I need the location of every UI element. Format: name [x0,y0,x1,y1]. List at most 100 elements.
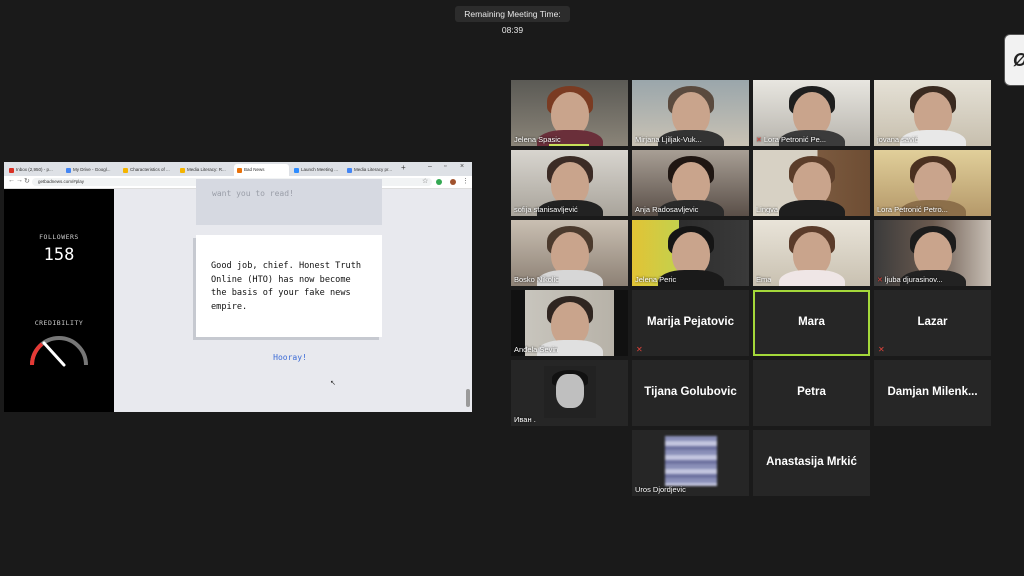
participant-tile[interactable]: Uros Djordjevic [632,430,749,496]
meeting-timer: Remaining Meeting Time: 08:39 [455,6,570,35]
participant-tile[interactable]: Tijana Golubovic [632,360,749,426]
participant-tile[interactable]: Lingva [753,150,870,216]
minimize-icon[interactable]: – [428,163,432,170]
participant-name-text: ljuba djurasinov... [884,275,943,284]
participant-name: Anđela Ševin [514,345,559,354]
participant-tile[interactable]: Lora Petronić Petro... [874,150,991,216]
tab-favicon-icon [66,168,71,173]
scrollbar[interactable] [466,389,470,407]
participant-name: Damjan Milenk... [887,386,978,398]
profile-picture [665,436,717,486]
followers-label: FOLLOWERS [39,233,79,241]
tab-favicon-icon [180,168,185,173]
participant-tile[interactable]: Иван . [511,360,628,426]
browser-tab[interactable]: Media Literacy pr... [344,164,399,176]
participant-name-text: Lora Petronić Pe... [763,135,826,144]
bookmark-star-icon[interactable]: ☆ [422,177,428,185]
tab-label: Launch Meeting ... [301,167,339,172]
followers-count: 158 [43,245,75,265]
credibility-gauge [29,336,88,367]
zoom-logo-icon: Ø [1013,50,1024,71]
close-icon[interactable]: × [460,163,464,170]
tab-label: Media Literacy: R... [187,167,226,172]
tab-favicon-icon [347,168,352,173]
extension-icon[interactable] [436,179,442,185]
participant-name: Mara [798,316,825,328]
participant-tile[interactable]: Damjan Milenk... [874,360,991,426]
gauge-level [29,342,44,366]
participant-name: ✕ Lora Petronić Pe... [756,135,826,144]
muted-mic-icon: ✕ [636,345,643,354]
participant-tile[interactable]: Jelena Peric [632,220,749,286]
participant-tile[interactable]: Bosko Nikolic [511,220,628,286]
participant-name: Lingva [756,205,779,214]
video-feed [779,200,845,216]
menu-kebab-icon[interactable]: ⋮ [462,177,469,185]
participant-name: Mirjana Ljiljak-Vuk... [635,135,702,144]
participant-name: Lora Petronić Petro... [877,205,948,214]
participant-name: Uros Djordjevic [635,485,686,494]
message-text: Good job, chief. Honest Truth Online (HT… [211,261,362,312]
muted-mic-icon: ✕ [878,345,885,354]
participant-name: Petra [797,386,826,398]
browser-tab[interactable]: Characteristics of ... [120,164,175,176]
reload-icon[interactable]: ↻ [24,177,30,185]
participant-name: Ema [756,275,772,284]
previous-message-text: want you to read! [212,189,294,198]
browser-tab[interactable]: Inbox (2,950) - p... [6,164,61,176]
meeting-controls-button[interactable]: Ø [1004,34,1024,86]
participant-name: jovana savić [877,135,919,144]
participant-tile[interactable]: Jelena Spasic [511,80,628,146]
profile-avatar-icon[interactable] [450,179,456,185]
participant-tile[interactable]: Petra [753,360,870,426]
tab-label: Media Literacy pr... [354,167,393,172]
shared-screen: Inbox (2,950) - p... My Drive - Googl...… [4,162,472,412]
back-icon[interactable]: ← [8,177,15,184]
participant-name: Bosko Nikolic [514,275,560,284]
participant-tile[interactable]: Anja Radosavljevic [632,150,749,216]
participant-tile[interactable]: Lazar ✕ [874,290,991,356]
tab-label: Inbox (2,950) - p... [16,167,53,172]
muted-mic-icon: ✕ [756,137,762,144]
muted-mic-icon: ✕ [877,277,883,284]
participant-tile-active-speaker[interactable]: Mara [753,290,870,356]
participant-name: sofija stanisavljević [514,205,578,214]
participant-name: Tijana Golubovic [644,386,737,398]
mouse-cursor-icon: ↖ [330,380,336,387]
browser-tab[interactable]: Launch Meeting ... [291,164,346,176]
browser-tab[interactable]: Media Literacy: R... [177,164,232,176]
new-tab-icon[interactable]: + [401,163,406,172]
bad-news-game: FOLLOWERS 158 CREDIBILITY want you to re… [4,179,472,412]
participant-name: Marija Pejatovic [647,316,734,328]
tab-favicon-icon [294,168,299,173]
hooray-button[interactable]: Hooray! [254,353,326,362]
game-content: want you to read! Good job, chief. Hones… [114,179,472,412]
gauge-needle [42,341,66,367]
browser-tab-active[interactable]: Bad News [234,164,289,176]
message-card: Good job, chief. Honest Truth Online (HT… [196,235,382,337]
speaking-indicator [549,144,589,146]
tab-favicon-icon [237,168,242,173]
participant-tile[interactable]: Anđela Ševin [511,290,628,356]
participant-tile[interactable]: ✕ ljuba djurasinov... [874,220,991,286]
profile-picture [544,366,596,418]
participant-name: Lazar [917,316,948,328]
browser-tab[interactable]: My Drive - Googl... [63,164,118,176]
participant-name: Jelena Spasic [514,135,561,144]
video-feed [779,270,845,286]
tab-favicon-icon [9,168,14,173]
participant-name: Jelena Peric [635,275,677,284]
participant-name: Anastasija Mrkić [766,456,857,468]
game-sidebar: FOLLOWERS 158 CREDIBILITY [4,189,114,412]
participant-tile[interactable]: ✕ Lora Petronić Pe... [753,80,870,146]
maximize-icon[interactable]: ▫ [444,163,446,170]
participant-tile[interactable]: sofija stanisavljević [511,150,628,216]
tab-favicon-icon [123,168,128,173]
participant-tile[interactable]: Mirjana Ljiljak-Vuk... [632,80,749,146]
participant-tile[interactable]: Ema [753,220,870,286]
participant-tile[interactable]: Anastasija Mrkić [753,430,870,496]
previous-message-card: want you to read! [196,179,382,225]
forward-icon[interactable]: → [16,177,23,184]
participant-tile[interactable]: Marija Pejatovic ✕ [632,290,749,356]
participant-tile[interactable]: jovana savić [874,80,991,146]
